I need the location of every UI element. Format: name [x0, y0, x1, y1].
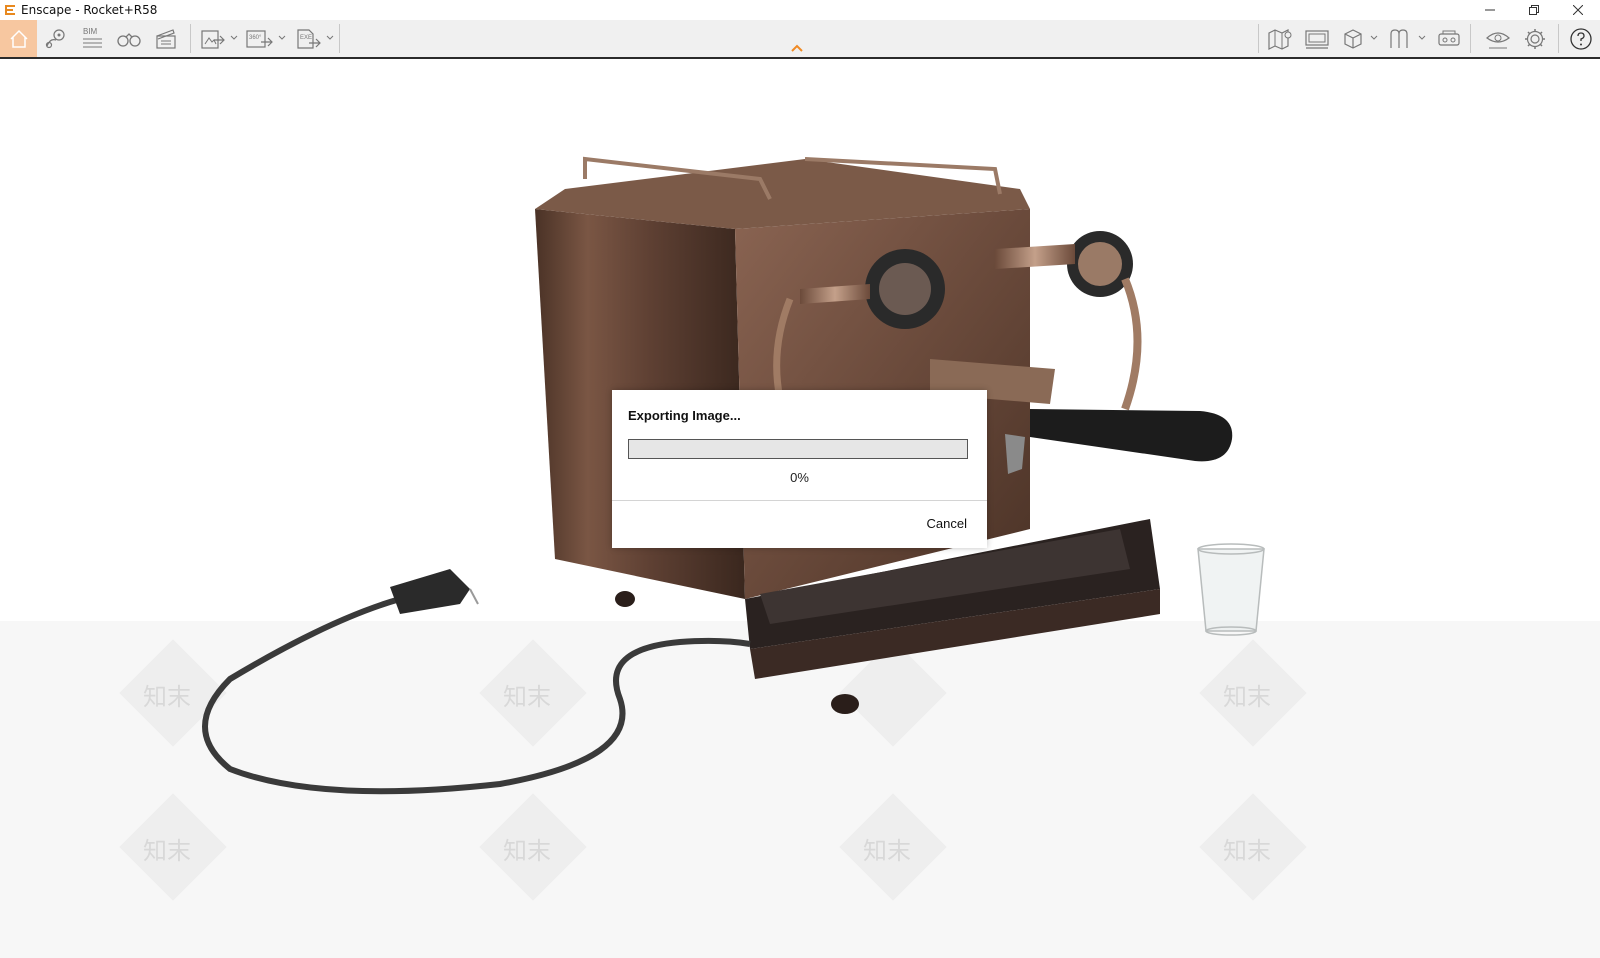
chevron-down-icon[interactable] — [326, 34, 334, 42]
chevron-down-icon[interactable] — [1370, 34, 1378, 42]
asset-library-icon — [1390, 28, 1408, 48]
vr-headset-icon — [1438, 30, 1460, 46]
settings-button[interactable] — [1519, 23, 1551, 54]
machine-foot — [831, 694, 859, 714]
toolbar-separator — [190, 24, 191, 53]
vr-headset-button[interactable] — [1433, 23, 1465, 54]
close-button[interactable] — [1556, 0, 1600, 20]
bim-button[interactable]: BIM — [76, 23, 108, 54]
export-image-button[interactable] — [196, 23, 228, 54]
help-icon — [1570, 27, 1592, 50]
portafilter-spout — [1005, 434, 1025, 474]
power-plug — [390, 569, 470, 614]
export-panorama-icon: 360° — [246, 29, 273, 48]
home-icon — [9, 29, 28, 48]
machine-foot — [615, 591, 635, 607]
gear-icon — [1525, 28, 1545, 49]
dialog-divider — [612, 500, 987, 501]
minimize-icon — [1485, 9, 1495, 11]
video-editor-button[interactable] — [150, 23, 182, 54]
progress-percent-label: 0% — [790, 470, 809, 485]
restore-icon — [1529, 5, 1539, 15]
binoculars-icon — [117, 32, 141, 47]
exe-label: EXE — [300, 35, 312, 41]
window-controls — [1468, 0, 1600, 20]
render-viewport[interactable]: 知末 知末 知末 知末 知末 知末 知末 水印保护区 画面全屏... Expor… — [0, 59, 1600, 958]
toolbar-separator — [339, 24, 340, 53]
help-button[interactable] — [1565, 23, 1597, 54]
visual-settings-button[interactable] — [1482, 23, 1514, 54]
map-icon — [1268, 28, 1292, 50]
window-title: Enscape - Rocket+R58 — [21, 3, 158, 17]
toolbar-separator — [1558, 24, 1559, 53]
hot-water-wand — [1121, 277, 1142, 411]
export-image-icon — [201, 29, 225, 49]
asset-library-button[interactable] — [1384, 23, 1416, 54]
power-cable — [202, 569, 751, 795]
cancel-button[interactable]: Cancel — [927, 516, 967, 531]
restore-button[interactable] — [1512, 0, 1556, 20]
views-button[interactable] — [40, 23, 72, 54]
home-button[interactable] — [0, 20, 37, 57]
binoculars-button[interactable] — [113, 23, 145, 54]
enscape-logo-icon — [5, 5, 15, 15]
eye-icon — [1486, 31, 1510, 48]
export-progress-bar — [628, 439, 968, 459]
chevron-down-icon[interactable] — [1418, 34, 1426, 42]
title-bar: Enscape - Rocket+R58 — [0, 0, 1600, 20]
screen-button[interactable] — [1301, 23, 1333, 54]
minimize-button[interactable] — [1468, 0, 1512, 20]
cube-icon — [1344, 28, 1362, 49]
toolbar-separator — [1470, 24, 1471, 53]
export-exe-button[interactable]: EXE — [292, 23, 324, 54]
bim-icon: BIM — [83, 27, 102, 47]
enscape-toolbar: BIM 360° EXE — [0, 20, 1600, 59]
export-exe-icon: EXE — [297, 28, 321, 49]
screen-icon — [1305, 29, 1329, 49]
object-button[interactable] — [1337, 23, 1369, 54]
clapper-icon — [156, 28, 176, 49]
chevron-down-icon[interactable] — [278, 34, 286, 42]
location-pin-icon — [45, 28, 65, 48]
export-panorama-button[interactable]: 360° — [243, 23, 275, 54]
chevron-down-icon[interactable] — [230, 34, 238, 42]
steam-knob-cap — [879, 263, 931, 315]
bim-label: BIM — [83, 27, 98, 36]
close-icon — [1573, 5, 1583, 15]
portafilter-handle — [1030, 409, 1233, 462]
export-progress-dialog: Exporting Image... 0% Cancel — [612, 390, 987, 548]
panorama-label: 360° — [249, 35, 262, 41]
plug-pin — [469, 588, 479, 605]
water-knob-cap — [1078, 242, 1122, 286]
map-button[interactable] — [1264, 23, 1296, 54]
shot-glass — [1197, 543, 1265, 636]
dialog-title: Exporting Image... — [628, 408, 741, 423]
toolbar-separator — [1258, 24, 1259, 53]
collapse-toolbar-icon[interactable] — [790, 43, 804, 53]
